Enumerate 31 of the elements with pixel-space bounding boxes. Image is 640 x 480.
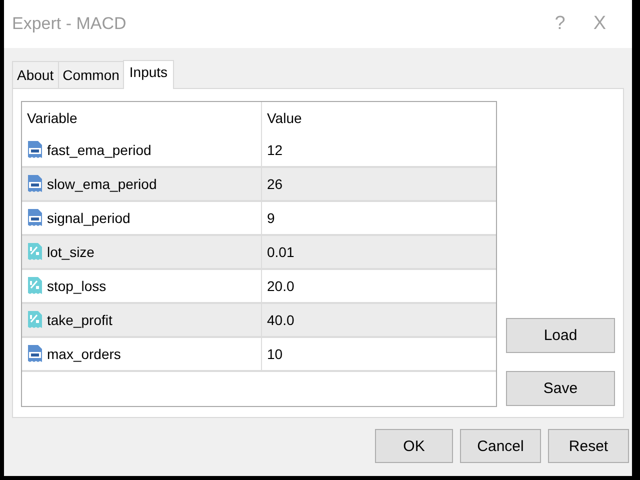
tab[interactable]: About — [12, 61, 59, 88]
column-header: Value — [267, 110, 302, 126]
side-button[interactable]: Load — [506, 318, 615, 353]
fraction-icon — [27, 310, 43, 330]
variable-value[interactable]: 40.0 — [267, 312, 294, 328]
tab[interactable]: Inputs — [123, 60, 174, 89]
dialog-button[interactable]: Cancel — [460, 429, 541, 463]
variable-value[interactable]: 10 — [267, 346, 283, 362]
window-title: Expert - MACD — [12, 14, 128, 34]
integer-icon — [27, 344, 43, 364]
variable-name: max_orders — [47, 346, 121, 362]
variable-name: slow_ema_period — [47, 176, 157, 192]
integer-icon — [27, 174, 43, 194]
variable-name: fast_ema_period — [47, 142, 152, 158]
fraction-icon — [27, 276, 43, 296]
variable-value[interactable]: 9 — [267, 210, 275, 226]
variable-name: take_profit — [47, 312, 112, 328]
variable-name: stop_loss — [47, 278, 106, 294]
integer-icon — [27, 140, 43, 160]
dialog-button[interactable]: Reset — [548, 429, 629, 463]
variable-value[interactable]: 0.01 — [267, 244, 294, 260]
dialog-button[interactable]: OK — [375, 429, 453, 463]
variable-value[interactable]: 12 — [267, 142, 283, 158]
variable-name: lot_size — [47, 244, 94, 260]
fraction-icon — [27, 242, 43, 262]
side-button[interactable]: Save — [506, 371, 615, 406]
column-header: Variable — [27, 110, 78, 126]
integer-icon — [27, 208, 43, 228]
variable-value[interactable]: 26 — [267, 176, 283, 192]
variable-value[interactable]: 20.0 — [267, 278, 294, 294]
variable-name: signal_period — [47, 210, 130, 226]
